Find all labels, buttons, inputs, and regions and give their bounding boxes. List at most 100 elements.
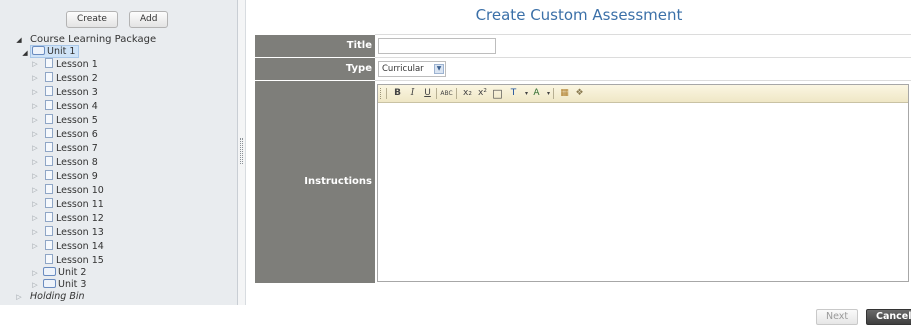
tree-node-lesson[interactable]: Lesson 12 — [45, 212, 104, 224]
collapsed-arrow-icon[interactable]: ▷ — [31, 184, 39, 196]
image-icon[interactable]: ❖ — [573, 87, 586, 100]
page-icon — [45, 72, 53, 82]
tree-node-holding-bin[interactable]: Holding Bin — [30, 291, 85, 303]
add-button[interactable]: Add — [129, 11, 169, 28]
tree-node-unit-1[interactable]: Unit 1 — [30, 45, 80, 58]
page-icon — [45, 114, 53, 124]
type-select[interactable]: Curricular ▼ — [378, 61, 446, 77]
main-panel: Create Custom Assessment Title Type Curr… — [247, 0, 911, 305]
tree-node-label: Unit 2 — [58, 267, 87, 278]
collapsed-arrow-icon[interactable]: ▷ — [31, 170, 39, 182]
tree-node-unit-2[interactable]: Unit 2 — [43, 267, 86, 279]
tree-node-label: Unit 1 — [47, 46, 76, 57]
folder-icon — [43, 267, 56, 276]
page-icon — [45, 226, 53, 236]
tree-node-lesson[interactable]: Lesson 1 — [45, 58, 98, 70]
underline-icon[interactable]: U — [421, 87, 434, 100]
collapsed-arrow-icon[interactable]: ▷ — [31, 72, 39, 84]
title-input[interactable] — [378, 38, 496, 54]
tree-node-lesson[interactable]: Lesson 10 — [45, 184, 104, 196]
page-icon — [45, 156, 53, 166]
collapsed-arrow-icon[interactable]: ▷ — [31, 226, 39, 238]
tree-node-lesson[interactable]: Lesson 2 — [45, 72, 98, 84]
tree-node-lesson[interactable]: Lesson 8 — [45, 156, 98, 168]
folder-icon — [32, 46, 45, 55]
tree-node-label: Lesson 8 — [56, 157, 98, 168]
tree-node-label: Lesson 7 — [56, 143, 98, 154]
tree-node-label: Lesson 9 — [56, 171, 98, 182]
collapsed-arrow-icon[interactable]: ▷ — [31, 212, 39, 224]
page-icon — [45, 240, 53, 250]
tree-node-label: Lesson 15 — [56, 255, 104, 266]
tree-node-lesson[interactable]: Lesson 13 — [45, 226, 104, 238]
collapsed-arrow-icon[interactable]: ▷ — [31, 86, 39, 98]
page-icon — [45, 142, 53, 152]
tree-node-label: Lesson 3 — [56, 87, 98, 98]
paste-icon[interactable]: ▦ — [558, 87, 571, 100]
toolbar-separator — [386, 88, 387, 99]
page-icon — [45, 212, 53, 222]
superscript-icon[interactable]: x² — [476, 87, 489, 100]
collapsed-arrow-icon[interactable]: ▷ — [31, 142, 39, 154]
tree-node-label: Lesson 11 — [56, 199, 104, 210]
toolbar-separator — [553, 88, 554, 99]
bold-icon[interactable]: B — [391, 87, 404, 100]
tree-node-label: Unit 3 — [58, 279, 87, 290]
toolbar-separator — [436, 88, 437, 99]
tree-node-lesson[interactable]: Lesson 9 — [45, 170, 98, 182]
next-button[interactable]: Next — [816, 309, 859, 325]
collapsed-arrow-icon[interactable]: ▷ — [31, 58, 39, 70]
tree-node-lesson[interactable]: Lesson 5 — [45, 114, 98, 126]
page-icon — [45, 128, 53, 138]
table-icon[interactable]: □ — [491, 87, 504, 100]
collapsed-arrow-icon[interactable]: ▷ — [31, 240, 39, 252]
tree-node-lesson[interactable]: Lesson 14 — [45, 240, 104, 252]
collapsed-arrow-icon[interactable]: ▷ — [31, 279, 39, 291]
collapsed-arrow-icon[interactable]: ▷ — [31, 198, 39, 210]
tree-node-label: Lesson 12 — [56, 213, 104, 224]
sidebar: Create Add ◢ Course Learning Package ◢ U… — [0, 0, 238, 305]
page-icon — [45, 198, 53, 208]
tree-node-unit-3[interactable]: Unit 3 — [43, 279, 86, 291]
page-icon — [45, 254, 53, 264]
title-label: Title — [255, 35, 375, 57]
spellcheck-icon[interactable]: ABC — [440, 87, 453, 100]
page-icon — [45, 100, 53, 110]
text-color-icon[interactable]: T — [507, 87, 520, 100]
italic-icon[interactable]: I — [406, 87, 419, 100]
collapsed-arrow-icon[interactable]: ▷ — [31, 128, 39, 140]
page-icon — [45, 86, 53, 96]
tree-node-lesson[interactable]: Lesson 15 — [45, 254, 104, 266]
subscript-icon[interactable]: x₂ — [461, 87, 474, 100]
collapsed-arrow-icon[interactable]: ▷ — [31, 100, 39, 112]
tree-node-label: Lesson 6 — [56, 129, 98, 140]
page-icon — [45, 184, 53, 194]
instructions-label: Instructions — [255, 81, 375, 283]
folder-icon — [43, 279, 56, 288]
collapsed-arrow-icon[interactable]: ▷ — [15, 291, 23, 303]
tree-node-lesson[interactable]: Lesson 7 — [45, 142, 98, 154]
chevron-down-icon[interactable]: ▼ — [434, 64, 444, 74]
tree-node-label: Lesson 1 — [56, 59, 98, 70]
create-button[interactable]: Create — [66, 11, 118, 28]
tree-node-lesson[interactable]: Lesson 4 — [45, 100, 98, 112]
tree-node-lesson[interactable]: Lesson 3 — [45, 86, 98, 98]
tree-node-label: Lesson 5 — [56, 115, 98, 126]
instructions-editor[interactable]: B I U ABC x₂ x² □ T ▾ A ▾ ▦ ❖ — [377, 84, 909, 282]
tree-node-lesson[interactable]: Lesson 11 — [45, 198, 104, 210]
divider — [375, 34, 911, 35]
tree-node-label: Lesson 4 — [56, 101, 98, 112]
expanded-arrow-icon[interactable]: ◢ — [21, 47, 29, 59]
collapsed-arrow-icon[interactable]: ▷ — [31, 267, 39, 279]
cancel-button[interactable]: Cancel — [866, 309, 911, 325]
toolbar-separator — [456, 88, 457, 99]
pane-splitter[interactable] — [238, 0, 246, 305]
tree-node-label: Lesson 2 — [56, 73, 98, 84]
tree-node-lesson[interactable]: Lesson 6 — [45, 128, 98, 140]
collapsed-arrow-icon[interactable]: ▷ — [31, 156, 39, 168]
tree-node-label: Lesson 13 — [56, 227, 104, 238]
collapsed-arrow-icon[interactable]: ▷ — [31, 114, 39, 126]
page-title: Create Custom Assessment — [475, 6, 683, 24]
expanded-arrow-icon[interactable]: ◢ — [15, 34, 23, 46]
splitter-grip-icon[interactable] — [240, 138, 243, 164]
